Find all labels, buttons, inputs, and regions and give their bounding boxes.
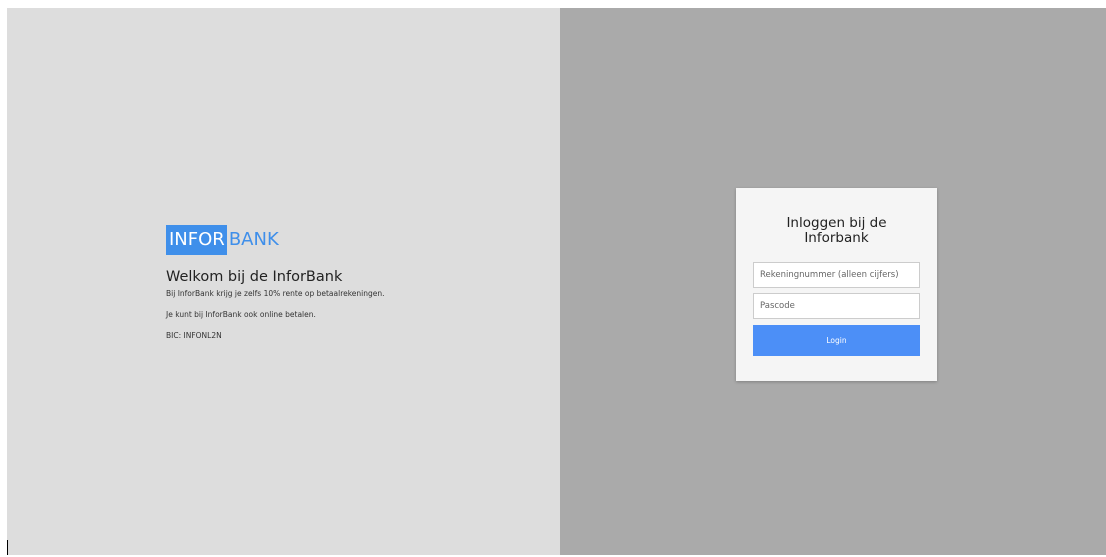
text-cursor-icon bbox=[7, 540, 8, 555]
page: INFOR BANK Welkom bij de InforBank Bij I… bbox=[7, 8, 1106, 555]
logo-bank-text: BANK bbox=[228, 229, 279, 250]
passcode-input[interactable] bbox=[753, 293, 920, 319]
login-title: Inloggen bij de Inforbank bbox=[786, 215, 887, 246]
welcome-section: INFOR BANK Welkom bij de InforBank Bij I… bbox=[166, 225, 385, 352]
logo-infor-text: INFOR bbox=[166, 225, 227, 255]
login-panel: Inloggen bij de Inforbank Login bbox=[560, 8, 1106, 555]
account-number-input[interactable] bbox=[753, 262, 920, 288]
welcome-panel: INFOR BANK Welkom bij de InforBank Bij I… bbox=[7, 8, 560, 555]
bic-code: BIC: INFONL2N bbox=[166, 331, 222, 340]
welcome-text-interest: Bij InforBank krijg je zelfs 10% rente o… bbox=[166, 289, 385, 298]
login-button[interactable]: Login bbox=[753, 325, 920, 356]
login-card: Inloggen bij de Inforbank Login bbox=[736, 188, 937, 381]
inforbank-logo: INFOR BANK bbox=[166, 225, 279, 255]
welcome-text-online: Je kunt bij InforBank ook online betalen… bbox=[166, 310, 316, 319]
welcome-title: Welkom bij de InforBank bbox=[166, 269, 343, 285]
